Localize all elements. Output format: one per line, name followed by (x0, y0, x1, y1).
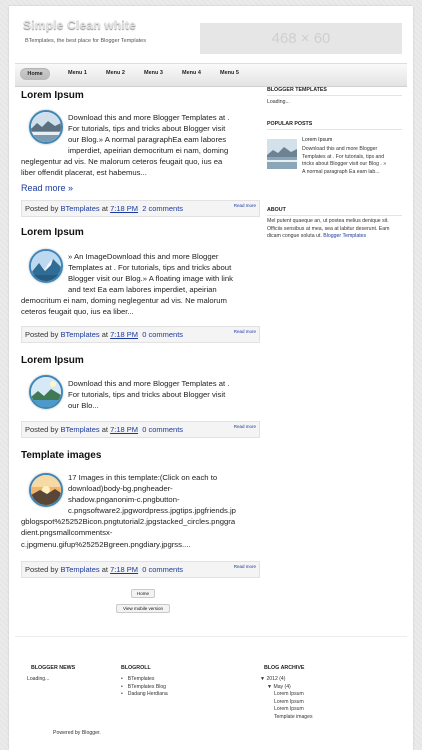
blogger-news-loading: Loading... (27, 676, 50, 682)
nav-menu-5[interactable]: Menu 5 (220, 70, 239, 76)
archive-year-link[interactable]: 2012 (4) (266, 676, 285, 682)
post-title[interactable]: Lorem Ipsum (21, 355, 84, 366)
blogroll-link[interactable]: Dadang Herdiana (121, 691, 168, 699)
footer-title-blog-archive: BLOG ARCHIVE (264, 665, 305, 671)
nav-menu-3[interactable]: Menu 3 (144, 70, 163, 76)
site-description: BTemplates, the best place for Blogger T… (25, 38, 146, 44)
post-time-link[interactable]: 7:18 PM (110, 425, 138, 434)
author-link[interactable]: BTemplates (60, 330, 99, 339)
post-footer: Posted by BTemplates at 7:18 PM 0 commen… (21, 561, 260, 578)
comments-link[interactable]: 0 comments (142, 330, 183, 339)
post-body: Download this and more Blogger Templates… (68, 379, 230, 411)
comments-link[interactable]: 0 comments (142, 425, 183, 434)
expand-month-icon[interactable]: ▼ (267, 684, 272, 690)
post-body: 17 Images in this template:(Click on eac… (21, 473, 236, 549)
archive-post-link[interactable]: Lorem Ipsum (260, 691, 313, 699)
archive-post-link[interactable]: Lorem Ipsum (260, 706, 313, 714)
read-more-button[interactable]: Read more (234, 424, 256, 429)
navigation-bar: Home Menu 1 Menu 2 Menu 3 Menu 4 Menu 5 (15, 63, 407, 87)
post-footer: Posted by BTemplates at 7:18 PM 0 commen… (21, 421, 260, 438)
read-more-button[interactable]: Read more (234, 564, 256, 569)
sidebar-title-popular-posts: POPULAR POSTS (267, 121, 402, 130)
nav-menu-2[interactable]: Menu 2 (106, 70, 125, 76)
archive-post-link[interactable]: Template images (260, 714, 313, 722)
read-more-link[interactable]: Read more » (21, 183, 73, 193)
site-title[interactable]: Simple Clean white (23, 18, 136, 32)
ad-banner-placeholder[interactable]: 468 × 60 (200, 23, 402, 54)
sidebar-title-about: ABOUT (267, 207, 402, 216)
read-more-button[interactable]: Read more (234, 329, 256, 334)
footer-title-blogroll: BLOGROLL (121, 665, 151, 671)
archive-post-link[interactable]: Lorem Ipsum (260, 699, 313, 707)
post-time-link[interactable]: 7:18 PM (110, 204, 138, 213)
blog-archive-tree: ▼ 2012 (4) ▼ May (4) Lorem Ipsum Lorem I… (260, 676, 313, 722)
post-title[interactable]: Lorem Ipsum (21, 90, 84, 101)
post-footer: Posted by BTemplates at 7:18 PM 2 commen… (21, 200, 260, 217)
blogger-templates-loading: Loading... (267, 99, 290, 105)
sidebar-title-blogger-templates: BLOGGER TEMPLATES (267, 87, 402, 96)
author-link[interactable]: BTemplates (60, 204, 99, 213)
home-button[interactable]: Home (131, 589, 155, 598)
nav-home[interactable]: Home (20, 68, 50, 80)
expand-year-icon[interactable]: ▼ (260, 676, 265, 682)
post-time-link[interactable]: 7:18 PM (110, 330, 138, 339)
popular-post-title[interactable]: Lorem Ipsum (302, 137, 332, 145)
nav-menu-4[interactable]: Menu 4 (182, 70, 201, 76)
about-text: Mel putent quaeque an, ut postea melius … (267, 218, 390, 240)
author-link[interactable]: BTemplates (60, 425, 99, 434)
view-mobile-version-button[interactable]: View mobile version (116, 604, 170, 613)
author-link[interactable]: BTemplates (60, 565, 99, 574)
post-footer: Posted by BTemplates at 7:18 PM 0 commen… (21, 326, 260, 343)
archive-month-link[interactable]: May (4) (273, 684, 290, 690)
comments-link[interactable]: 2 comments (142, 204, 183, 213)
post-body: Download this and more Blogger Templates… (21, 113, 230, 178)
footer-divider (15, 636, 407, 637)
nav-menu-1[interactable]: Menu 1 (68, 70, 87, 76)
popular-post-snippet: Download this and more Blogger Templates… (302, 146, 387, 175)
blogroll-link[interactable]: BTemplates Blog (121, 684, 168, 692)
footer-title-blogger-news: BLOGGER NEWS (31, 665, 76, 671)
powered-by-blogger[interactable]: Powered by Blogger. (53, 730, 101, 736)
post-title[interactable]: Template images (21, 450, 101, 461)
post-time-link[interactable]: 7:18 PM (110, 565, 138, 574)
page-container: Simple Clean white BTemplates, the best … (9, 6, 413, 750)
about-blogger-templates-link[interactable]: Blogger Templates (323, 233, 366, 239)
popular-post-thumbnail[interactable] (267, 139, 297, 169)
read-more-button[interactable]: Read more (234, 203, 256, 208)
post-body: » An ImageDownload this and more Blogger… (21, 252, 233, 317)
post-title[interactable]: Lorem Ipsum (21, 227, 84, 238)
comments-link[interactable]: 0 comments (142, 565, 183, 574)
blogroll-list: BTemplates BTemplates Blog Dadang Herdia… (121, 676, 168, 699)
blogroll-link[interactable]: BTemplates (121, 676, 168, 684)
